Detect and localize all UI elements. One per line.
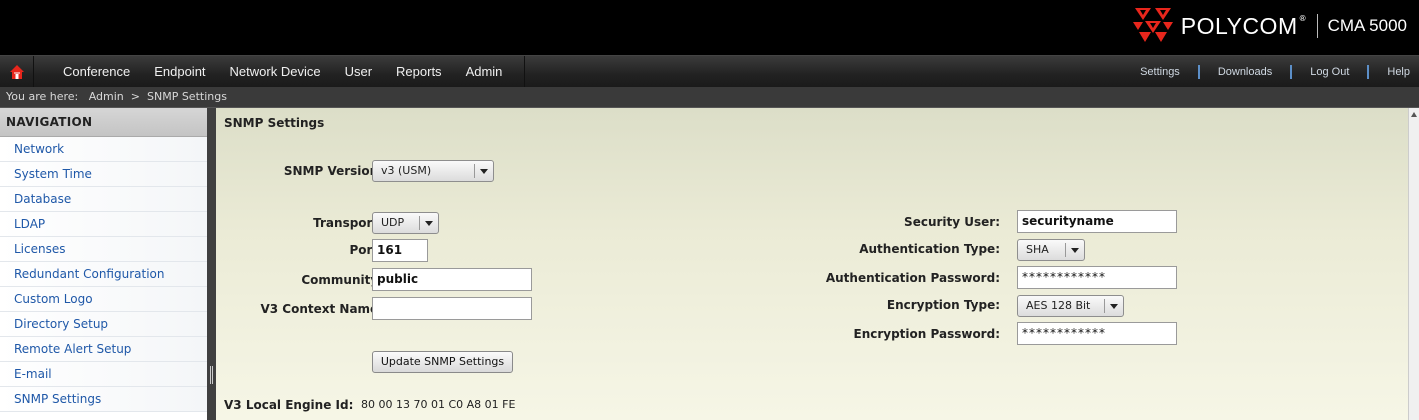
splitter-grip-icon	[210, 366, 213, 384]
menu-conference[interactable]: Conference	[34, 56, 142, 87]
engine-id-value: 80 00 13 70 01 C0 A8 01 FE	[361, 398, 516, 411]
nav-item-custom-logo[interactable]: Custom Logo	[0, 287, 207, 312]
port-label: Port:	[349, 243, 384, 257]
authentication-type-label: Authentication Type:	[859, 242, 1000, 256]
nav-item-database[interactable]: Database	[0, 187, 207, 212]
menu-endpoint[interactable]: Endpoint	[142, 56, 217, 87]
polycom-logo: POLYCOM ® CMA 5000	[1131, 6, 1407, 46]
update-snmp-settings-button[interactable]: Update SNMP Settings	[372, 351, 513, 373]
logout-link[interactable]: Log Out	[1290, 64, 1367, 79]
menu-admin[interactable]: Admin	[454, 56, 515, 87]
panel-splitter[interactable]	[207, 108, 216, 420]
product-name: CMA 5000	[1327, 16, 1407, 35]
snmp-version-label: SNMP Version:	[283, 164, 383, 178]
nav-item-directory-setup[interactable]: Directory Setup	[0, 312, 207, 337]
page-title: SNMP Settings	[224, 116, 325, 130]
nav-item-snmp-settings[interactable]: SNMP Settings	[0, 387, 207, 412]
home-button[interactable]	[0, 56, 34, 87]
transport-value: UDP	[381, 216, 405, 229]
utility-links: Settings Downloads Log Out Help	[1122, 56, 1419, 87]
nav-item-system-time[interactable]: System Time	[0, 162, 207, 187]
nav-item-remote-alert-setup[interactable]: Remote Alert Setup	[0, 337, 207, 362]
chevron-down-icon	[425, 221, 433, 226]
menu-reports[interactable]: Reports	[384, 56, 454, 87]
encryption-type-label: Encryption Type:	[886, 298, 1000, 312]
v3-context-name-label: V3 Context Name:	[260, 302, 383, 316]
encryption-type-value: AES 128 Bit	[1026, 299, 1091, 312]
community-label: Community:	[301, 273, 383, 287]
snmp-version-value: v3 (USM)	[381, 164, 432, 177]
snmp-version-select[interactable]: v3 (USM)	[372, 160, 494, 182]
navigation-panel: NAVIGATION Network System Time Database …	[0, 108, 207, 420]
engine-id-label: V3 Local Engine Id:	[224, 398, 354, 412]
help-link[interactable]: Help	[1367, 64, 1419, 79]
authentication-password-label: Authentication Password:	[825, 271, 1000, 285]
nav-item-ldap[interactable]: LDAP	[0, 212, 207, 237]
menu-network-device[interactable]: Network Device	[218, 56, 333, 87]
encryption-password-input[interactable]: ************	[1017, 322, 1177, 345]
downloads-link[interactable]: Downloads	[1197, 64, 1290, 79]
vertical-scrollbar[interactable]	[1408, 108, 1419, 420]
transport-label: Transport:	[313, 216, 383, 230]
main-menu-bar: Conference Endpoint Network Device User …	[0, 55, 1419, 87]
trademark: ®	[1298, 14, 1307, 23]
primary-menu: Conference Endpoint Network Device User …	[34, 56, 526, 87]
transport-select[interactable]: UDP	[372, 212, 439, 234]
authentication-password-input[interactable]: ************	[1017, 266, 1177, 289]
logo-divider	[1316, 14, 1318, 38]
encryption-password-label: Encryption Password:	[853, 327, 1001, 341]
nav-item-redundant-configuration[interactable]: Redundant Configuration	[0, 262, 207, 287]
nav-item-network[interactable]: Network	[0, 137, 207, 162]
v3-context-name-input[interactable]	[372, 297, 532, 320]
scroll-up-icon[interactable]	[1411, 112, 1417, 117]
snmp-settings-panel: SNMP Settings SNMP Version: v3 (USM) Tra…	[216, 108, 1408, 420]
chevron-down-icon	[1071, 248, 1079, 253]
settings-link[interactable]: Settings	[1122, 65, 1198, 79]
brand-name: POLYCOM	[1180, 12, 1298, 39]
nav-item-email[interactable]: E-mail	[0, 362, 207, 387]
port-input[interactable]: 161	[372, 239, 428, 262]
security-user-label: Security User:	[904, 215, 1000, 229]
navigation-header: NAVIGATION	[0, 108, 207, 137]
community-input[interactable]: public	[372, 268, 532, 291]
top-banner: POLYCOM ® CMA 5000	[0, 0, 1419, 55]
authentication-type-value: SHA	[1026, 243, 1049, 256]
home-icon	[9, 64, 24, 79]
polycom-triangles-icon	[1132, 8, 1173, 42]
encryption-type-select[interactable]: AES 128 Bit	[1017, 295, 1124, 317]
chevron-down-icon	[1110, 304, 1118, 309]
authentication-type-select[interactable]: SHA	[1017, 239, 1085, 261]
menu-user[interactable]: User	[333, 56, 384, 87]
nav-item-licenses[interactable]: Licenses	[0, 237, 207, 262]
breadcrumb: You are here: Admin > SNMP Settings	[0, 87, 1419, 108]
chevron-down-icon	[480, 169, 488, 174]
security-user-input[interactable]: securityname	[1017, 210, 1177, 233]
